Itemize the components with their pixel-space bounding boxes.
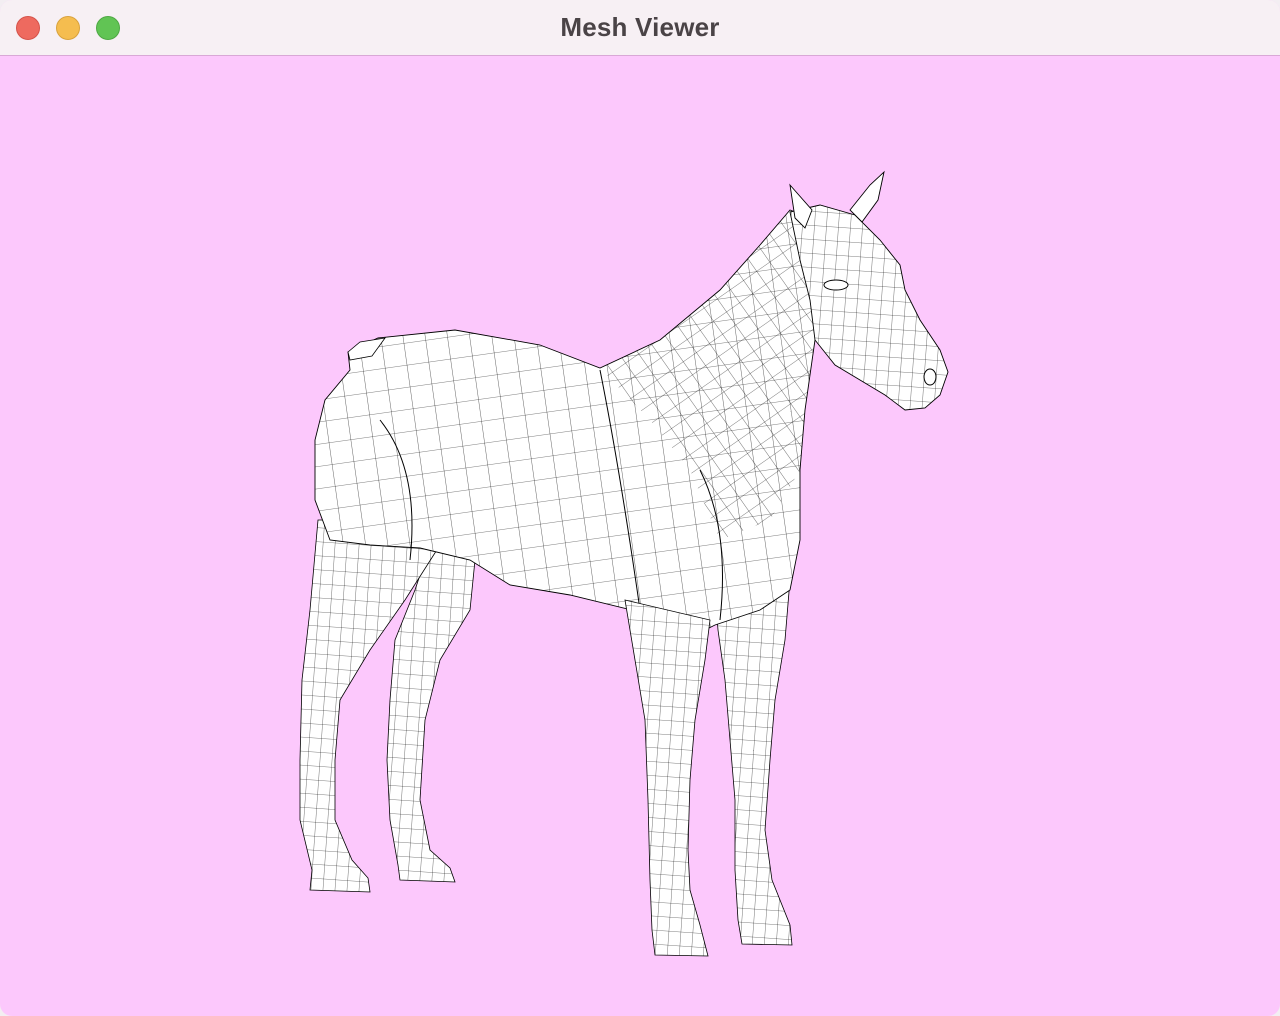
title-bar[interactable]: Mesh Viewer	[0, 0, 1280, 56]
3d-viewport[interactable]	[0, 57, 1280, 1016]
window-title: Mesh Viewer	[560, 12, 720, 42]
app-window: Mesh Viewer	[0, 0, 1280, 1016]
horse-mesh	[299, 170, 949, 957]
front-leg-far	[714, 579, 793, 946]
horse-head	[789, 170, 949, 411]
front-leg-near	[624, 599, 711, 957]
